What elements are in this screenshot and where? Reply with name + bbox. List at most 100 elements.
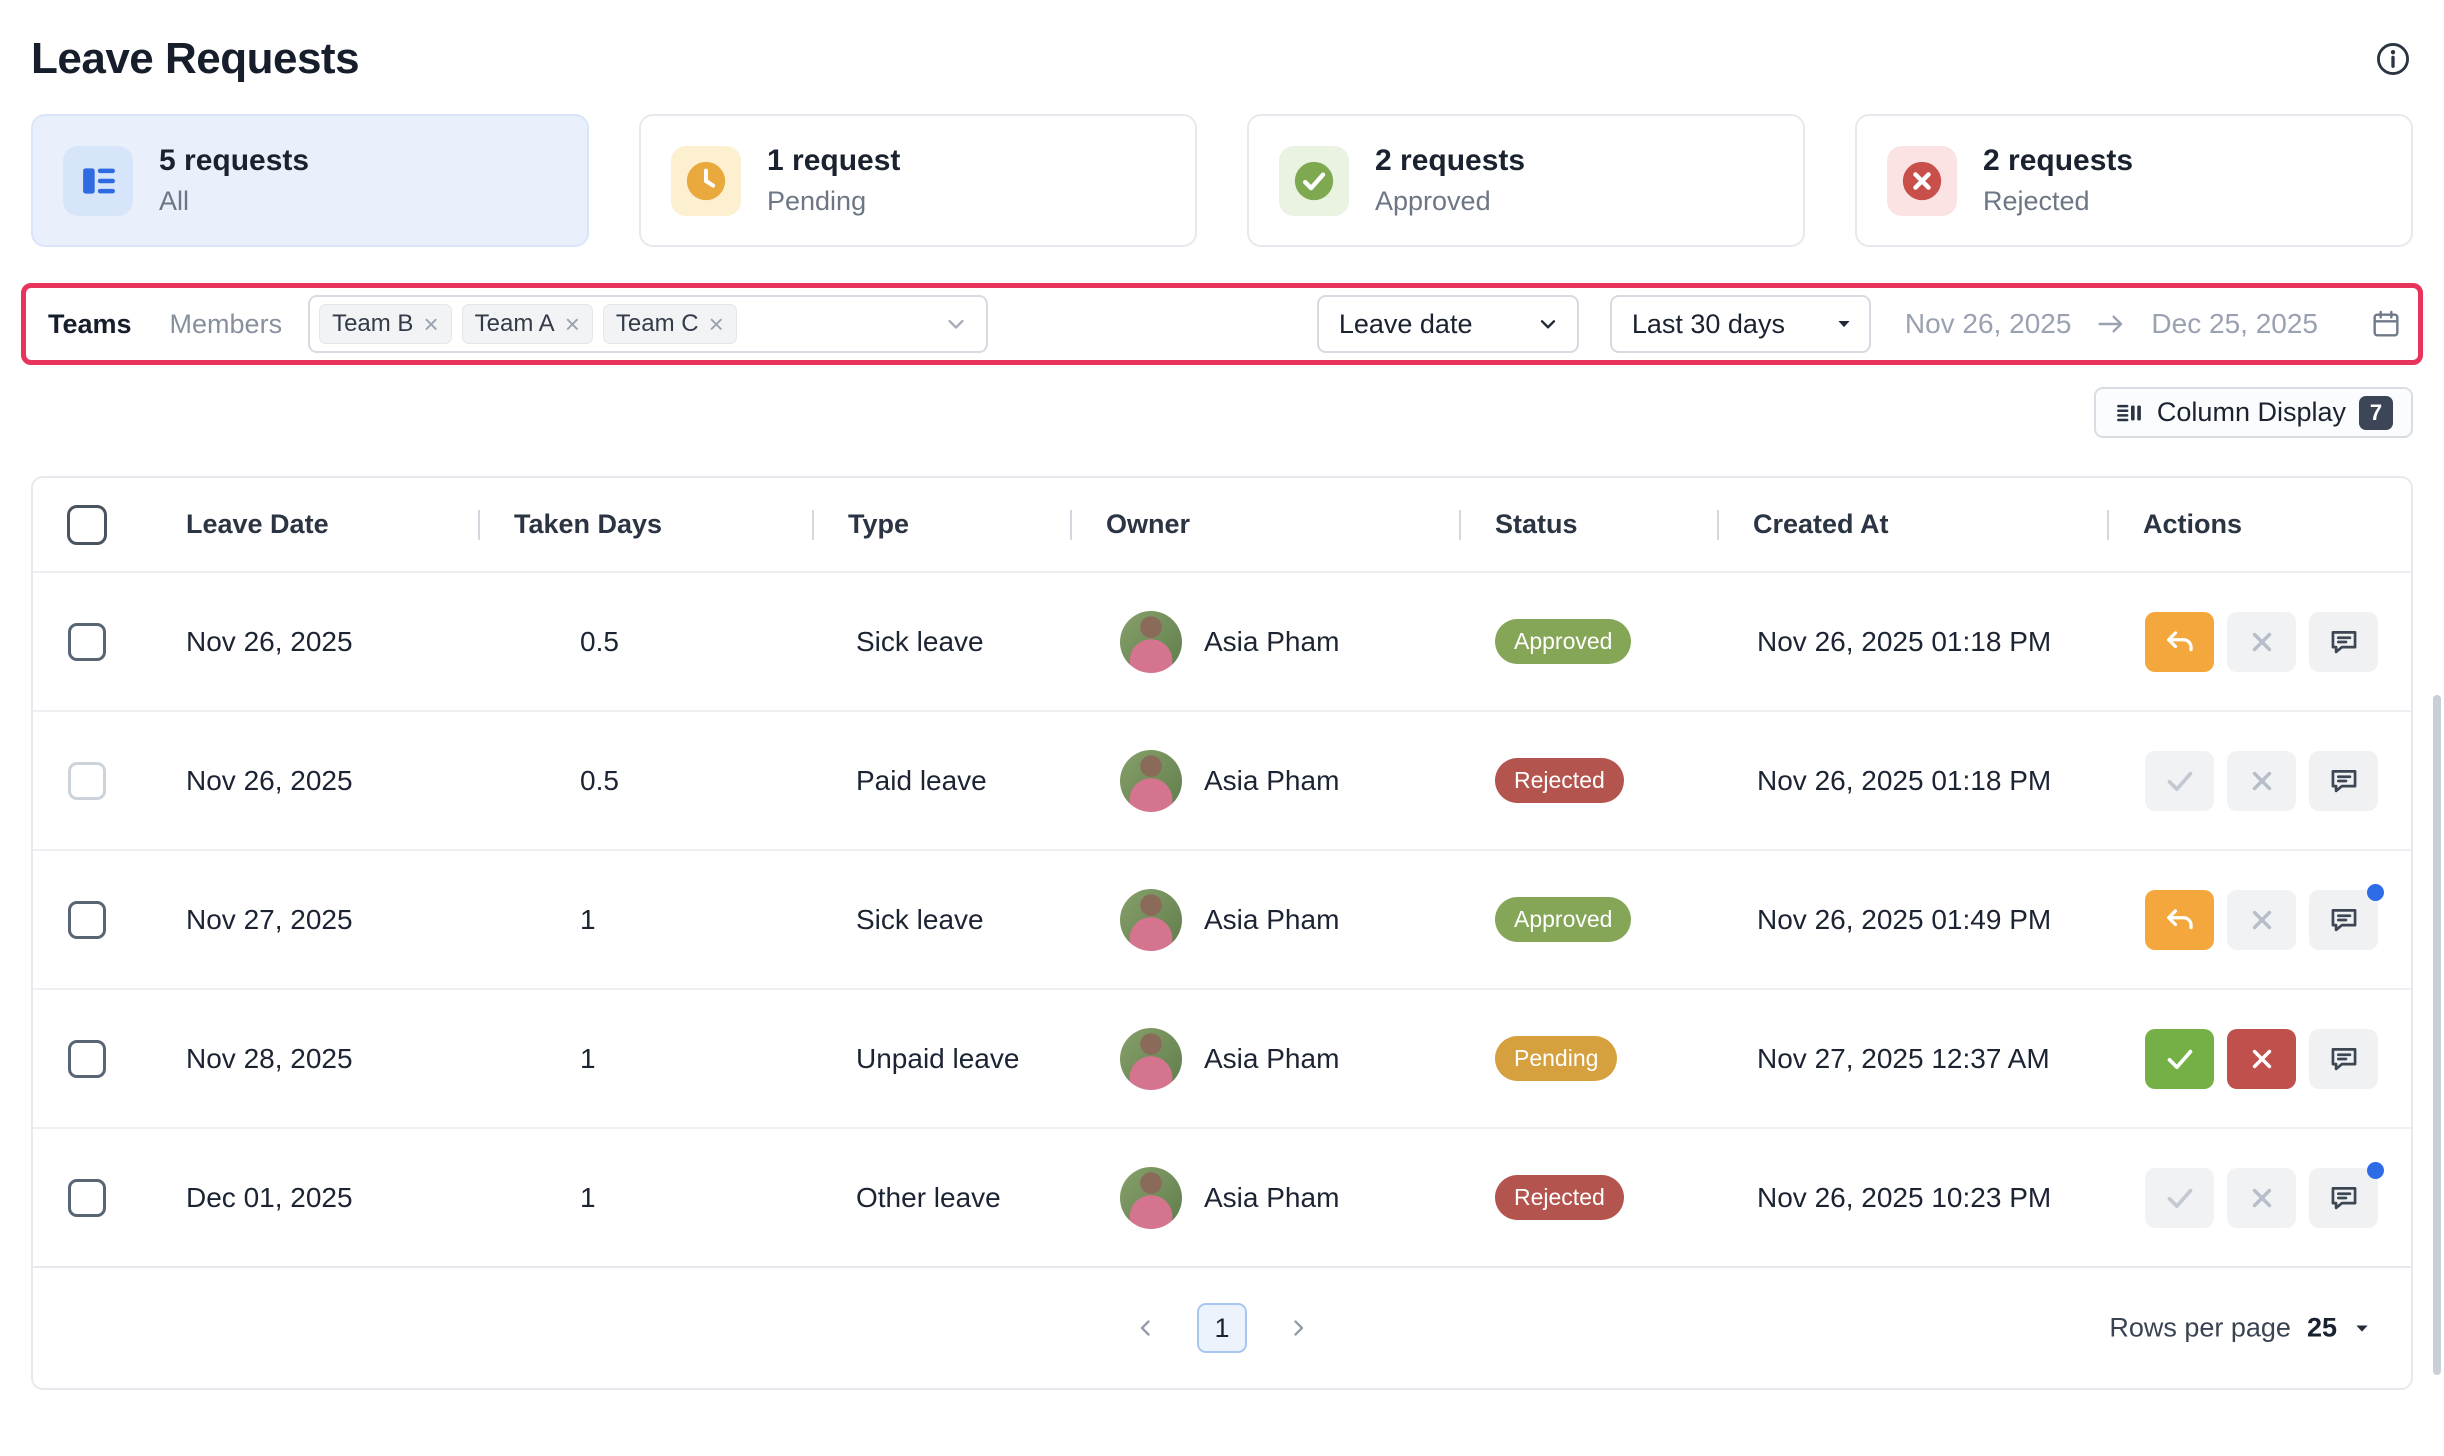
approve-button[interactable] <box>2145 1029 2214 1089</box>
prev-page-button[interactable] <box>1122 1304 1170 1352</box>
row-checkbox[interactable] <box>68 1179 106 1217</box>
scrollbar[interactable] <box>2433 695 2441 1375</box>
team-tag-label: Team C <box>616 310 699 338</box>
row-checkbox[interactable] <box>68 901 106 939</box>
owner-name: Asia Pham <box>1204 1043 1339 1075</box>
cell-status: Rejected <box>1459 1175 1717 1220</box>
avatar <box>1120 611 1182 673</box>
remove-tag-icon[interactable]: × <box>423 311 438 337</box>
next-page-button[interactable] <box>1274 1304 1322 1352</box>
cell-taken-days: 0.5 <box>478 626 812 658</box>
date-range[interactable]: Nov 26, 2025 Dec 25, 2025 <box>1905 308 2406 340</box>
start-date[interactable]: Nov 26, 2025 <box>1905 308 2072 340</box>
status-badge: Approved <box>1495 619 1631 664</box>
comment-button[interactable] <box>2309 1029 2378 1089</box>
approve-button-inactive[interactable] <box>2145 751 2214 811</box>
avatar <box>1120 750 1182 812</box>
column-header-owner[interactable]: Owner <box>1070 478 1459 571</box>
approve-button-inactive[interactable] <box>2145 1168 2214 1228</box>
remove-tag-icon[interactable]: × <box>709 311 724 337</box>
check-circle-icon <box>1279 146 1349 216</box>
remove-tag-icon[interactable]: × <box>565 311 580 337</box>
row-checkbox[interactable] <box>68 762 106 800</box>
cell-status: Approved <box>1459 897 1717 942</box>
cell-actions <box>2107 890 2411 950</box>
comment-button[interactable] <box>2309 890 2378 950</box>
cell-actions <box>2107 1029 2411 1089</box>
tab-members[interactable]: Members <box>170 309 283 340</box>
column-display-button[interactable]: Column Display 7 <box>2094 387 2413 438</box>
date-range-preset-select[interactable]: Last 30 days <box>1610 295 1871 353</box>
cell-leave-date: Nov 28, 2025 <box>141 1043 478 1075</box>
comment-button[interactable] <box>2309 1168 2378 1228</box>
rows-per-page[interactable]: Rows per page 25 <box>2109 1313 2371 1344</box>
column-header-status[interactable]: Status <box>1459 478 1717 571</box>
card-label: All <box>159 186 309 217</box>
owner-name: Asia Pham <box>1204 1182 1339 1214</box>
dismiss-button[interactable] <box>2227 612 2296 672</box>
page-header: Leave Requests <box>31 26 2413 92</box>
table-header: Leave Date Taken Days Type Owner Status … <box>33 478 2411 571</box>
comment-button[interactable] <box>2309 751 2378 811</box>
team-tag[interactable]: Team B × <box>319 304 452 344</box>
teams-multiselect[interactable]: Team B × Team A × Team C × <box>308 295 988 353</box>
column-count-badge: 7 <box>2359 396 2393 430</box>
card-count: 2 requests <box>1375 144 1525 178</box>
summary-card-approved[interactable]: 2 requests Approved <box>1247 114 1805 247</box>
page-number-button[interactable]: 1 <box>1197 1303 1247 1353</box>
cell-checkbox <box>33 901 141 939</box>
reject-button[interactable] <box>2227 1029 2296 1089</box>
select-all-checkbox[interactable] <box>67 505 107 545</box>
cell-created-at: Nov 26, 2025 10:23 PM <box>1717 1182 2107 1214</box>
column-header-actions[interactable]: Actions <box>2107 478 2411 571</box>
cell-created-at: Nov 26, 2025 01:18 PM <box>1717 626 2107 658</box>
undo-approval-button[interactable] <box>2145 612 2214 672</box>
table-toolbar: Column Display 7 <box>31 387 2413 438</box>
team-tag[interactable]: Team C × <box>603 304 737 344</box>
x-circle-icon <box>1887 146 1957 216</box>
column-header-leave[interactable]: Leave Date <box>141 478 478 571</box>
cell-type: Paid leave <box>812 765 1070 797</box>
column-header-taken[interactable]: Taken Days <box>478 478 812 571</box>
card-text: 2 requests Approved <box>1375 144 1525 217</box>
card-label: Pending <box>767 186 900 217</box>
tab-teams[interactable]: Teams <box>48 309 132 340</box>
summary-card-rejected[interactable]: 2 requests Rejected <box>1855 114 2413 247</box>
leave-requests-page: Leave Requests 5 requests All 1 request … <box>0 0 2444 1390</box>
avatar <box>1120 1167 1182 1229</box>
comment-button[interactable] <box>2309 612 2378 672</box>
date-field-select[interactable]: Leave date <box>1317 295 1579 353</box>
row-checkbox[interactable] <box>68 623 106 661</box>
summary-card-pending[interactable]: 1 request Pending <box>639 114 1197 247</box>
column-header-created[interactable]: Created At <box>1717 478 2107 571</box>
dismiss-button[interactable] <box>2227 1168 2296 1228</box>
table-row: Nov 26, 2025 0.5 Paid leave Asia Pham Re… <box>33 710 2411 849</box>
chevron-down-icon[interactable] <box>942 310 970 338</box>
table-row: Nov 27, 2025 1 Sick leave Asia Pham Appr… <box>33 849 2411 988</box>
summary-card-all[interactable]: 5 requests All <box>31 114 589 247</box>
card-text: 2 requests Rejected <box>1983 144 2133 217</box>
info-icon[interactable] <box>2373 39 2413 79</box>
cell-taken-days: 1 <box>478 1043 812 1075</box>
summary-cards: 5 requests All 1 request Pending 2 reque… <box>31 114 2413 247</box>
cell-actions <box>2107 751 2411 811</box>
rows-per-page-label: Rows per page <box>2109 1313 2291 1344</box>
card-count: 2 requests <box>1983 144 2133 178</box>
columns-icon <box>2114 398 2144 428</box>
cell-leave-date: Dec 01, 2025 <box>141 1182 478 1214</box>
cell-leave-date: Nov 26, 2025 <box>141 765 478 797</box>
card-text: 1 request Pending <box>767 144 900 217</box>
cell-leave-date: Nov 26, 2025 <box>141 626 478 658</box>
arrow-right-icon <box>2095 308 2127 340</box>
row-checkbox[interactable] <box>68 1040 106 1078</box>
dismiss-button[interactable] <box>2227 751 2296 811</box>
status-badge: Approved <box>1495 897 1631 942</box>
avatar <box>1120 1028 1182 1090</box>
calendar-icon[interactable] <box>2370 308 2402 340</box>
undo-approval-button[interactable] <box>2145 890 2214 950</box>
date-field-value: Leave date <box>1339 309 1473 340</box>
end-date[interactable]: Dec 25, 2025 <box>2151 308 2318 340</box>
team-tag[interactable]: Team A × <box>462 304 593 344</box>
dismiss-button[interactable] <box>2227 890 2296 950</box>
column-header-type[interactable]: Type <box>812 478 1070 571</box>
